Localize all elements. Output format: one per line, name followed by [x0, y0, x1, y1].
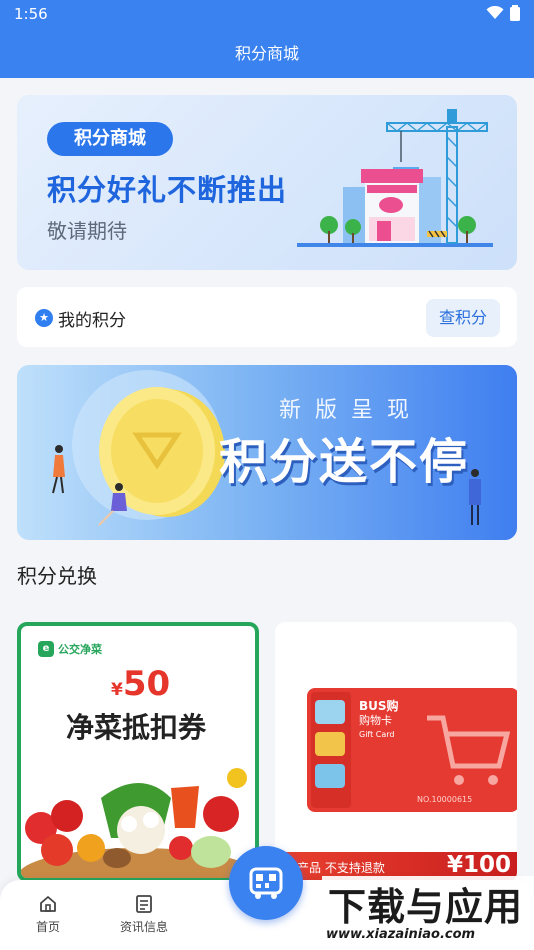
- vegetables-image: [21, 768, 255, 878]
- gift-card-subtitle: Gift Card: [359, 730, 395, 739]
- tab-home[interactable]: 首页: [8, 894, 88, 935]
- mall-pill: 积分商城: [47, 122, 173, 156]
- star-icon: ★: [35, 309, 53, 327]
- home-icon: [40, 896, 56, 912]
- news-icon: [136, 895, 152, 913]
- brand-label: e 公交净菜: [38, 641, 102, 657]
- exchange-section-title: 积分兑换: [17, 564, 97, 588]
- voucher-price: ¥50: [111, 664, 170, 704]
- voucher-amount: 50: [122, 664, 171, 704]
- my-points-row: ★ 我的积分 查积分: [17, 287, 517, 347]
- status-icons: [486, 5, 520, 21]
- status-time: 1:56: [14, 5, 48, 23]
- watermark-url: www.xiazainiao.com: [326, 927, 476, 942]
- product-card-veg-voucher[interactable]: e 公交净菜 ¥50 净菜抵扣券: [17, 622, 259, 882]
- check-points-button[interactable]: 查积分: [426, 299, 500, 337]
- promo-headline: 积分送不停: [219, 434, 470, 490]
- product-card-gift-card[interactable]: BUS购 购物卡 Gift Card NO.10000615 密产品 不支持退款…: [275, 622, 517, 882]
- tab-news[interactable]: 资讯信息: [104, 894, 184, 935]
- mall-banner[interactable]: 积分商城 积分好礼不断推出 敬请期待: [17, 95, 517, 270]
- page-title: 积分商城: [0, 30, 534, 78]
- currency-symbol: ¥: [111, 680, 123, 700]
- gift-card-title: BUS购: [359, 698, 399, 713]
- brand-name: 公交净菜: [58, 643, 102, 656]
- status-bar: 1:56: [0, 0, 534, 30]
- promo-tagline: 新版呈现: [279, 398, 424, 423]
- gift-card-title-2: 购物卡: [359, 713, 392, 727]
- watermark-title: 下载与应用: [328, 885, 524, 929]
- bus-qr-icon: [249, 867, 283, 899]
- battery-icon: [510, 5, 520, 21]
- my-points-label: 我的积分: [58, 311, 126, 331]
- gift-card-image: BUS购 购物卡 Gift Card NO.10000615: [307, 688, 517, 812]
- construction-illustration: [297, 109, 493, 247]
- gift-card-price: ¥100: [446, 852, 511, 878]
- brand-logo-icon: e: [38, 641, 54, 657]
- tab-home-label: 首页: [35, 920, 60, 934]
- site-watermark: 下载与应用 www.xiazainiao.com: [322, 876, 534, 950]
- bus-qr-button[interactable]: [229, 846, 303, 920]
- gift-card-number: NO.10000615: [417, 795, 472, 804]
- voucher-name: 净菜抵扣券: [66, 711, 207, 744]
- banner-headline: 积分好礼不断推出: [47, 173, 288, 207]
- wifi-icon: [486, 6, 504, 19]
- tab-news-label: 资讯信息: [119, 920, 168, 934]
- banner-subtitle: 敬请期待: [47, 219, 127, 243]
- promo-banner[interactable]: 新版呈现 积分送不停: [17, 365, 517, 540]
